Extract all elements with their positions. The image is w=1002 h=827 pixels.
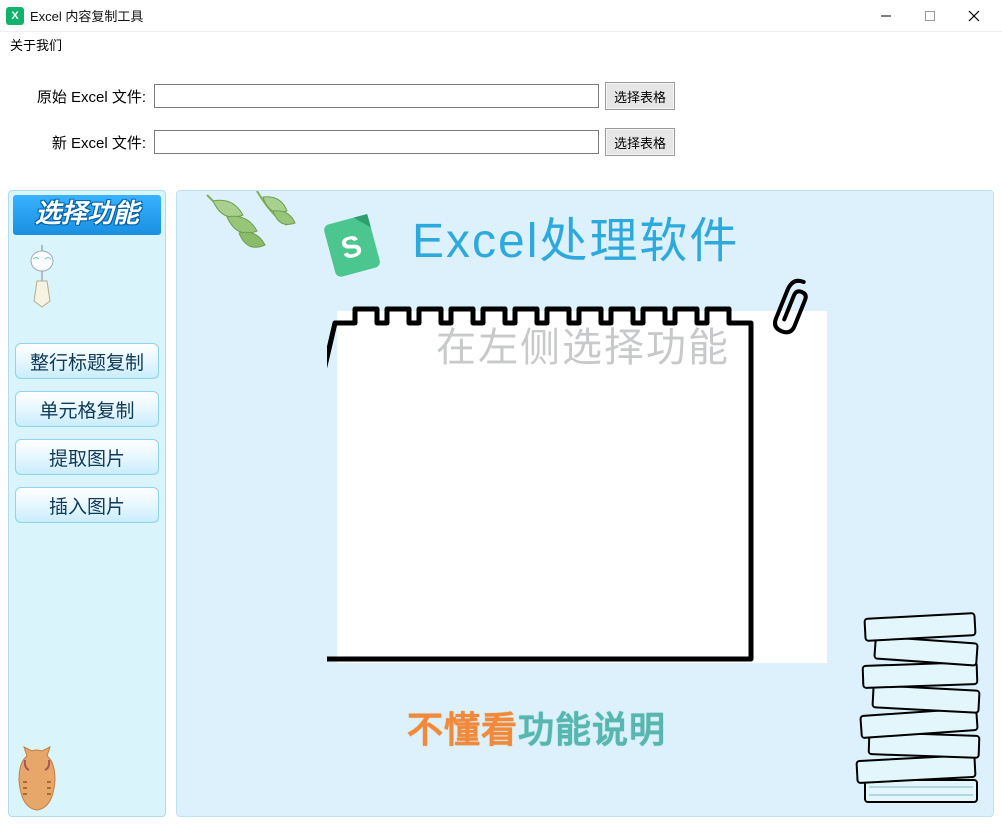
file-picker-area: 原始 Excel 文件: 选择表格 新 Excel 文件: 选择表格 [0, 56, 1002, 190]
new-file-label: 新 Excel 文件: [24, 132, 154, 153]
excel-file-icon: S [317, 211, 387, 286]
content-panel: S Excel处理软件 在左侧选择功能 不懂看功能说明 [176, 190, 994, 817]
sidebar-btn-extract-image[interactable]: 提取图片 [15, 439, 159, 475]
window-title: Excel 内容复制工具 [30, 6, 864, 25]
content-heading: Excel处理软件 [412, 201, 739, 271]
original-file-browse-button[interactable]: 选择表格 [605, 82, 675, 110]
new-file-row: 新 Excel 文件: 选择表格 [24, 128, 978, 156]
original-file-input[interactable] [154, 84, 599, 108]
app-icon: X [6, 7, 24, 25]
footer-part2: 功能说明 [518, 709, 666, 750]
wind-chime-icon [25, 245, 59, 305]
close-button[interactable] [952, 2, 996, 30]
sidebar-title: 选择功能 [13, 195, 161, 235]
cat-icon [13, 742, 61, 812]
leaves-icon [197, 191, 317, 271]
sidebar-btn-insert-image[interactable]: 插入图片 [15, 487, 159, 523]
original-file-label: 原始 Excel 文件: [24, 86, 154, 107]
content-placeholder: 在左侧选择功能 [323, 315, 843, 373]
books-icon [835, 600, 985, 810]
sidebar-btn-copy-row-title[interactable]: 整行标题复制 [15, 343, 159, 379]
original-file-row: 原始 Excel 文件: 选择表格 [24, 82, 978, 110]
new-file-input[interactable] [154, 130, 599, 154]
menu-about[interactable]: 关于我们 [4, 33, 68, 56]
titlebar: X Excel 内容复制工具 [0, 0, 1002, 32]
content-footer: 不懂看功能说明 [407, 701, 666, 753]
sidebar: 选择功能 整行标题复制 单元格复制 提取图片 插入图片 [8, 190, 166, 817]
maximize-button[interactable] [908, 2, 952, 30]
sidebar-btn-copy-cell[interactable]: 单元格复制 [15, 391, 159, 427]
minimize-button[interactable] [864, 2, 908, 30]
new-file-browse-button[interactable]: 选择表格 [605, 128, 675, 156]
menubar: 关于我们 [0, 32, 1002, 56]
footer-part1: 不懂看 [407, 709, 518, 750]
